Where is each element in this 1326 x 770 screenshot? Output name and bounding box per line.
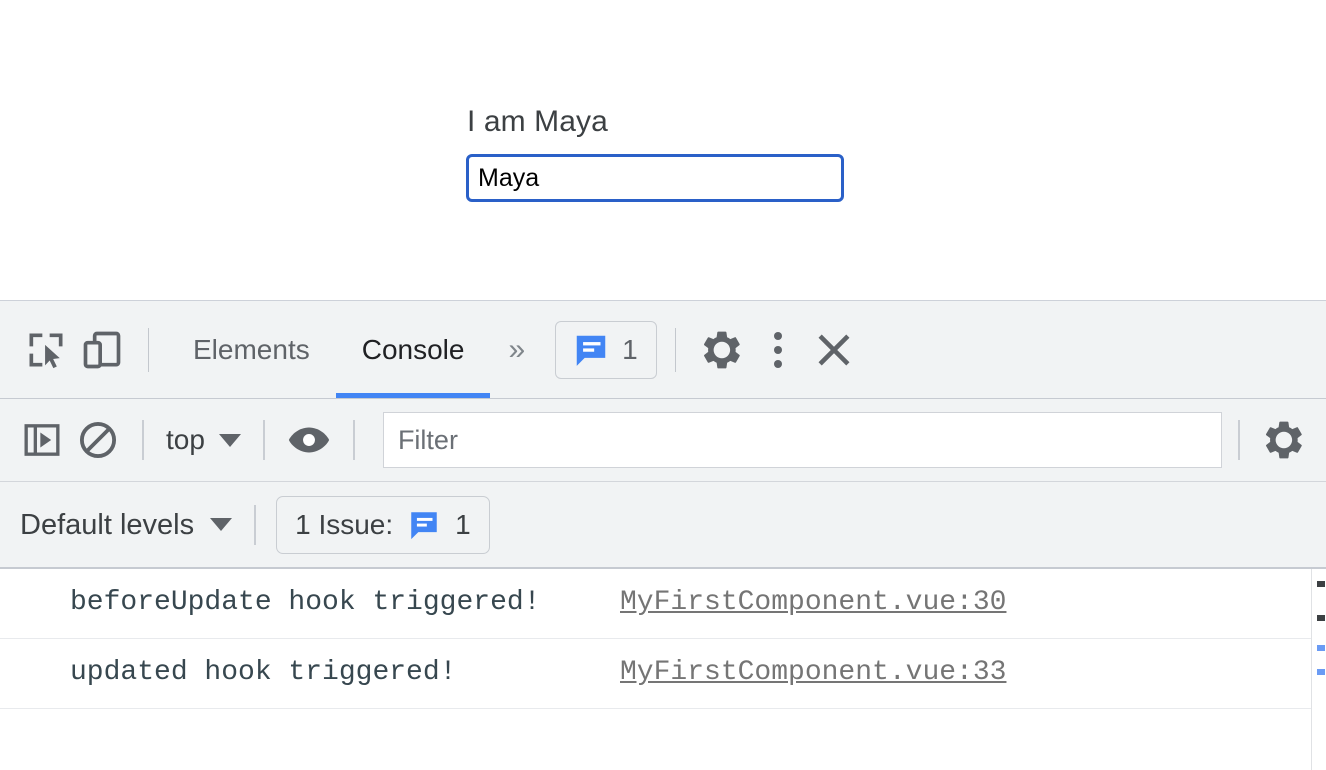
device-toolbar-icon	[80, 328, 124, 372]
console-message-row[interactable]: updated hook triggered! MyFirstComponent…	[0, 639, 1326, 709]
console-message-text: updated hook triggered!	[70, 657, 457, 688]
issues-badge-button[interactable]: 1	[555, 320, 657, 379]
browser-window: I am Maya Maya Elements Console » 1 top …	[0, 0, 1326, 770]
console-filter-bar: top	[0, 399, 1326, 482]
gear-icon	[700, 328, 744, 372]
issues-count: 1	[622, 333, 638, 365]
devtools-panel: Elements Console » 1 top Filter Default …	[0, 300, 1326, 770]
console-message-source-link[interactable]: MyFirstComponent.vue:33	[620, 650, 1006, 696]
filterbar-divider-2	[262, 420, 265, 460]
toolbar-divider	[148, 327, 149, 372]
log-levels-selector[interactable]: Default levels	[14, 509, 238, 541]
more-options-button[interactable]	[750, 322, 806, 378]
console-message-text: beforeUpdate hook triggered!	[70, 587, 541, 618]
issue-message-icon	[572, 331, 610, 369]
scrollbar-tick	[1317, 581, 1325, 587]
live-expression-eye-icon	[286, 417, 332, 463]
toolbar-divider-2	[674, 327, 676, 372]
scrollbar-tick	[1317, 645, 1325, 651]
clear-console-button[interactable]	[70, 412, 126, 468]
issues-summary-button[interactable]: 1 Issue: 1	[276, 495, 490, 554]
more-options-icon-dot3	[773, 359, 782, 368]
close-icon	[813, 329, 855, 371]
issue-message-icon	[407, 508, 441, 542]
log-levels-label: Default levels	[20, 508, 195, 541]
close-devtools-button[interactable]	[806, 322, 862, 378]
console-sidebar-icon	[22, 420, 62, 460]
filterbar-divider-1	[142, 420, 144, 460]
devtools-settings-button[interactable]	[694, 322, 750, 378]
issues-summary-count: 1	[455, 508, 471, 540]
tab-elements[interactable]: Elements	[167, 302, 336, 398]
console-message-row[interactable]: beforeUpdate hook triggered! MyFirstComp…	[0, 569, 1326, 639]
clear-console-icon	[77, 419, 119, 461]
issues-summary-label: 1 Issue:	[295, 508, 394, 540]
inspect-element-icon	[24, 328, 68, 372]
device-toolbar-button[interactable]	[74, 322, 130, 378]
page-viewport: I am Maya	[0, 0, 1326, 300]
console-message-list[interactable]: beforeUpdate hook triggered! MyFirstComp…	[0, 569, 1326, 770]
devtools-tabbar: Elements Console » 1	[0, 301, 1326, 399]
filterbar-divider-3	[352, 420, 355, 460]
console-levels-bar: Default levels 1 Issue: 1	[0, 482, 1326, 569]
vue-component-root: I am Maya	[466, 104, 846, 202]
page-heading: I am Maya	[467, 105, 608, 138]
console-message-source-link[interactable]: MyFirstComponent.vue:30	[620, 580, 1006, 626]
more-tabs-button[interactable]: »	[490, 322, 539, 378]
execution-context-label: top	[166, 424, 205, 455]
console-sidebar-toggle-button[interactable]	[14, 412, 70, 468]
console-settings-button[interactable]	[1256, 412, 1312, 468]
console-filter-input[interactable]	[382, 412, 1222, 468]
console-settings-gear-icon	[1262, 418, 1306, 462]
scrollbar-tick	[1317, 669, 1325, 675]
levelbar-divider	[254, 504, 257, 545]
chevron-down-icon	[218, 433, 241, 447]
chevron-down-icon	[210, 518, 233, 531]
name-input[interactable]	[466, 154, 844, 202]
live-expression-button[interactable]	[281, 412, 337, 468]
execution-context-selector[interactable]: top	[160, 425, 247, 455]
tab-console[interactable]: Console	[335, 302, 491, 398]
console-scrollbar[interactable]	[1311, 569, 1326, 770]
more-options-icon-dot2	[773, 345, 782, 354]
more-options-icon	[773, 331, 782, 340]
scrollbar-tick	[1317, 615, 1325, 621]
inspect-element-button[interactable]	[18, 322, 74, 378]
filterbar-divider-4	[1238, 420, 1240, 460]
